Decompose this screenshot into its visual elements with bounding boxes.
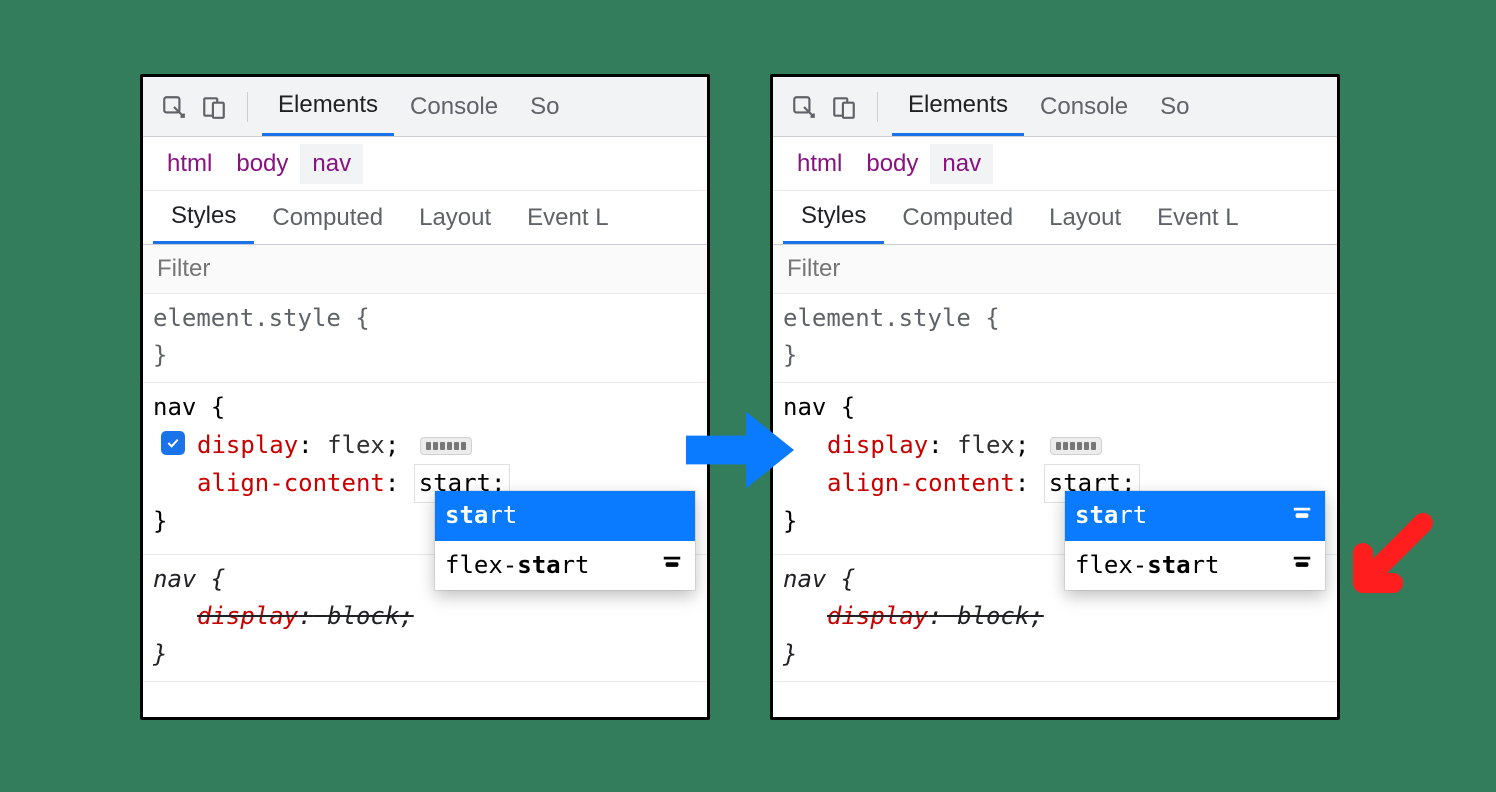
callout-arrow-icon [1338,508,1438,613]
subtab-layout[interactable]: Layout [1031,191,1139,244]
styles-rules: element.style { } nav { display: flex; a… [143,294,707,682]
crumb-body[interactable]: body [224,144,300,184]
devtools-toolbar: Elements Console So [773,77,1337,137]
filter-row [773,245,1337,294]
tab-console[interactable]: Console [1024,77,1144,136]
brace-close: } [153,636,697,673]
decl-display[interactable]: display: flex; [153,427,697,464]
subtab-layout[interactable]: Layout [401,191,509,244]
decl-display[interactable]: display: flex; [783,427,1327,464]
crumb-nav[interactable]: nav [930,144,993,184]
prop-display[interactable]: display [827,431,928,459]
filter-row [143,245,707,294]
selector-nav: nav { [153,389,697,426]
styles-subtabs: Styles Computed Layout Event L [773,191,1337,245]
subtab-styles[interactable]: Styles [783,191,884,244]
styles-rules: element.style { } nav { display: flex; a… [773,294,1337,682]
filter-input[interactable] [773,245,1337,293]
device-toggle-icon[interactable] [831,94,857,120]
selector-element-style: element.style { [783,300,1327,337]
decl-display-ua: display: block; [783,598,1327,635]
tab-sources[interactable]: So [514,77,575,136]
prop-align-content[interactable]: align-content [197,469,385,497]
filter-input[interactable] [143,245,707,293]
val-display[interactable]: flex [957,431,1015,459]
ac-option-start[interactable]: start [1065,491,1325,540]
flex-editor-icon[interactable] [1050,437,1102,455]
brace-close: } [783,636,1327,673]
selector-element-style: element.style { [153,300,697,337]
crumb-body[interactable]: body [854,144,930,184]
rule-nav-ua[interactable]: nav { display: block; } [143,555,707,682]
styles-subtabs: Styles Computed Layout Event L [143,191,707,245]
rule-nav-author[interactable]: nav { display: flex; align-content: star… [773,383,1337,555]
selector-nav-ua: nav { [783,561,1327,598]
subtab-computed[interactable]: Computed [254,191,401,244]
subtab-styles[interactable]: Styles [153,191,254,244]
devtools-toolbar: Elements Console So [143,77,707,137]
rule-nav-author[interactable]: nav { display: flex; align-content: star… [143,383,707,555]
tab-elements[interactable]: Elements [892,77,1024,136]
brace-close: } [153,337,697,374]
tab-console[interactable]: Console [394,77,514,136]
selector-nav: nav { [783,389,1327,426]
breadcrumb: html body nav [143,137,707,191]
subtab-computed[interactable]: Computed [884,191,1031,244]
subtab-event[interactable]: Event L [1139,191,1256,244]
tab-elements[interactable]: Elements [262,77,394,136]
prop-align-content[interactable]: align-content [827,469,1015,497]
crumb-html[interactable]: html [785,144,854,184]
brace-close: } [783,337,1327,374]
align-start-preview-icon [1289,505,1315,527]
rule-nav-ua[interactable]: nav { display: block; } [773,555,1337,682]
val-display[interactable]: flex [327,431,385,459]
subtab-event[interactable]: Event L [509,191,626,244]
inspect-icon[interactable] [161,94,187,120]
selector-nav-ua: nav { [153,561,697,598]
devtools-panel-before: Elements Console So html body nav Styles… [140,74,710,720]
flex-editor-icon[interactable] [420,437,472,455]
rule-element-style[interactable]: element.style { } [773,294,1337,383]
ac-option-start[interactable]: start [435,491,695,540]
checkbox-icon[interactable] [161,431,185,455]
prop-display[interactable]: display [197,431,298,459]
rule-element-style[interactable]: element.style { } [143,294,707,383]
crumb-html[interactable]: html [155,144,224,184]
inspect-icon[interactable] [791,94,817,120]
device-toggle-icon[interactable] [201,94,227,120]
breadcrumb: html body nav [773,137,1337,191]
devtools-panel-after: Elements Console So html body nav Styles… [770,74,1340,720]
tab-sources[interactable]: So [1144,77,1205,136]
toolbar-divider [247,92,248,122]
decl-display-ua: display: block; [153,598,697,635]
arrow-right-icon [680,390,800,515]
toolbar-divider [877,92,878,122]
crumb-nav[interactable]: nav [300,144,363,184]
